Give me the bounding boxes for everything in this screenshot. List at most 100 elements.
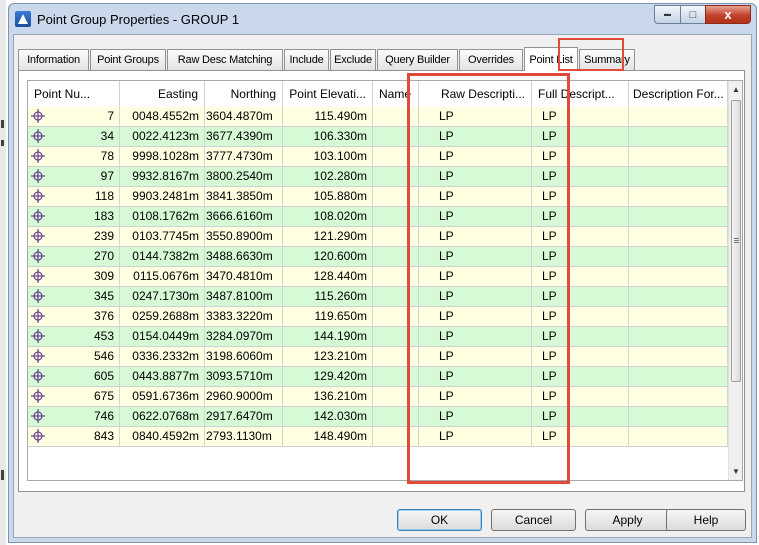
cell-point-number[interactable]: 78 <box>28 147 120 166</box>
tab-overrides[interactable]: Overrides <box>459 49 523 70</box>
cell-easting[interactable]: 0443.8877m <box>120 367 205 386</box>
cell-easting[interactable]: 9932.8167m <box>120 167 205 186</box>
cell-easting[interactable]: 0259.2688m <box>120 307 205 326</box>
tab-raw-desc-matching[interactable]: Raw Desc Matching <box>167 49 283 70</box>
cell-description-format[interactable] <box>629 327 728 346</box>
cell-easting[interactable]: 9998.1028m <box>120 147 205 166</box>
cell-point-number[interactable]: 97 <box>28 167 120 186</box>
table-row[interactable]: 675 0591.6736m 2960.9000m 136.210m LP LP <box>28 387 728 407</box>
cell-northing[interactable]: 3841.3850m <box>205 187 283 206</box>
vertical-scrollbar[interactable]: ▲ ▼ <box>728 81 742 480</box>
table-row[interactable]: 78 9998.1028m 3777.4730m 103.100m LP LP <box>28 147 728 167</box>
cell-easting[interactable]: 0115.0676m <box>120 267 205 286</box>
cell-easting[interactable]: 0144.7382m <box>120 247 205 266</box>
cell-northing[interactable]: 3666.6160m <box>205 207 283 226</box>
ok-button[interactable]: OK <box>397 509 482 531</box>
cell-point-number[interactable]: 843 <box>28 427 120 446</box>
table-row[interactable]: 118 9903.2481m 3841.3850m 105.880m LP LP <box>28 187 728 207</box>
cell-elevation[interactable]: 144.190m <box>283 327 373 346</box>
table-row[interactable]: 239 0103.7745m 3550.8900m 121.290m LP LP <box>28 227 728 247</box>
tab-query-builder[interactable]: Query Builder <box>377 49 458 70</box>
cell-easting[interactable]: 0840.4592m <box>120 427 205 446</box>
cell-elevation[interactable]: 106.330m <box>283 127 373 146</box>
cell-easting[interactable]: 0048.4552m <box>120 107 205 126</box>
column-header-northing[interactable]: Northing <box>205 81 283 107</box>
cell-description-format[interactable] <box>629 427 728 446</box>
table-row[interactable]: 97 9932.8167m 3800.2540m 102.280m LP LP <box>28 167 728 187</box>
cell-elevation[interactable]: 115.260m <box>283 287 373 306</box>
cell-northing[interactable]: 2917.6470m <box>205 407 283 426</box>
cell-northing[interactable]: 3198.6060m <box>205 347 283 366</box>
table-row[interactable]: 7 0048.4552m 3604.4870m 115.490m LP LP <box>28 107 728 127</box>
cell-northing[interactable]: 3777.4730m <box>205 147 283 166</box>
cell-northing[interactable]: 2960.9000m <box>205 387 283 406</box>
table-row[interactable]: 546 0336.2332m 3198.6060m 123.210m LP LP <box>28 347 728 367</box>
cell-point-number[interactable]: 746 <box>28 407 120 426</box>
cell-elevation[interactable]: 119.650m <box>283 307 373 326</box>
cell-point-number[interactable]: 118 <box>28 187 120 206</box>
column-header-easting[interactable]: Easting <box>120 81 205 107</box>
cell-easting[interactable]: 0103.7745m <box>120 227 205 246</box>
cell-northing[interactable]: 3487.8100m <box>205 287 283 306</box>
cell-northing[interactable]: 3800.2540m <box>205 167 283 186</box>
cell-elevation[interactable]: 115.490m <box>283 107 373 126</box>
cell-easting[interactable]: 0247.1730m <box>120 287 205 306</box>
cell-description-format[interactable] <box>629 367 728 386</box>
cell-elevation[interactable]: 129.420m <box>283 367 373 386</box>
cell-point-number[interactable]: 7 <box>28 107 120 126</box>
scroll-down-arrow-icon[interactable]: ▼ <box>729 463 742 480</box>
scroll-thumb[interactable] <box>731 100 741 382</box>
cell-point-number[interactable]: 270 <box>28 247 120 266</box>
table-row[interactable]: 183 0108.1762m 3666.6160m 108.020m LP LP <box>28 207 728 227</box>
table-row[interactable]: 345 0247.1730m 3487.8100m 115.260m LP LP <box>28 287 728 307</box>
cell-point-number[interactable]: 453 <box>28 327 120 346</box>
cell-easting[interactable]: 0108.1762m <box>120 207 205 226</box>
cell-easting[interactable]: 0622.0768m <box>120 407 205 426</box>
cell-easting[interactable]: 0154.0449m <box>120 327 205 346</box>
tab-exclude[interactable]: Exclude <box>330 49 376 70</box>
cell-description-format[interactable] <box>629 127 728 146</box>
cell-description-format[interactable] <box>629 227 728 246</box>
cell-description-format[interactable] <box>629 247 728 266</box>
apply-button[interactable]: Apply <box>585 509 670 531</box>
cell-northing[interactable]: 3488.6630m <box>205 247 283 266</box>
cell-northing[interactable]: 2793.1130m <box>205 427 283 446</box>
cell-description-format[interactable] <box>629 347 728 366</box>
table-row[interactable]: 376 0259.2688m 3383.3220m 119.650m LP LP <box>28 307 728 327</box>
cell-elevation[interactable]: 102.280m <box>283 167 373 186</box>
cell-description-format[interactable] <box>629 307 728 326</box>
table-row[interactable]: 843 0840.4592m 2793.1130m 148.490m LP LP <box>28 427 728 447</box>
title-bar[interactable]: Point Group Properties - GROUP 1 ▬ □ x <box>9 4 756 34</box>
column-header-point-number[interactable]: Point Nu... <box>28 81 120 107</box>
cell-elevation[interactable]: 105.880m <box>283 187 373 206</box>
cell-description-format[interactable] <box>629 207 728 226</box>
cell-northing[interactable]: 3677.4390m <box>205 127 283 146</box>
cell-northing[interactable]: 3604.4870m <box>205 107 283 126</box>
maximize-button[interactable]: □ <box>680 5 706 24</box>
cell-easting[interactable]: 0336.2332m <box>120 347 205 366</box>
close-button[interactable]: x <box>705 5 751 24</box>
cell-elevation[interactable]: 108.020m <box>283 207 373 226</box>
help-button[interactable]: Help <box>666 509 746 531</box>
cell-elevation[interactable]: 121.290m <box>283 227 373 246</box>
table-row[interactable]: 453 0154.0449m 3284.0970m 144.190m LP LP <box>28 327 728 347</box>
cancel-button[interactable]: Cancel <box>491 509 576 531</box>
cell-elevation[interactable]: 128.440m <box>283 267 373 286</box>
cell-northing[interactable]: 3284.0970m <box>205 327 283 346</box>
cell-description-format[interactable] <box>629 267 728 286</box>
cell-elevation[interactable]: 123.210m <box>283 347 373 366</box>
table-row[interactable]: 270 0144.7382m 3488.6630m 120.600m LP LP <box>28 247 728 267</box>
cell-point-number[interactable]: 546 <box>28 347 120 366</box>
table-row[interactable]: 746 0622.0768m 2917.6470m 142.030m LP LP <box>28 407 728 427</box>
cell-elevation[interactable]: 142.030m <box>283 407 373 426</box>
cell-description-format[interactable] <box>629 387 728 406</box>
cell-northing[interactable]: 3550.8900m <box>205 227 283 246</box>
cell-point-number[interactable]: 345 <box>28 287 120 306</box>
tab-information[interactable]: Information <box>18 49 89 70</box>
minimize-button[interactable]: ▬ <box>654 5 681 24</box>
cell-description-format[interactable] <box>629 187 728 206</box>
cell-easting[interactable]: 0591.6736m <box>120 387 205 406</box>
cell-point-number[interactable]: 34 <box>28 127 120 146</box>
column-header-elevation[interactable]: Point Elevati... <box>283 81 373 107</box>
cell-point-number[interactable]: 309 <box>28 267 120 286</box>
